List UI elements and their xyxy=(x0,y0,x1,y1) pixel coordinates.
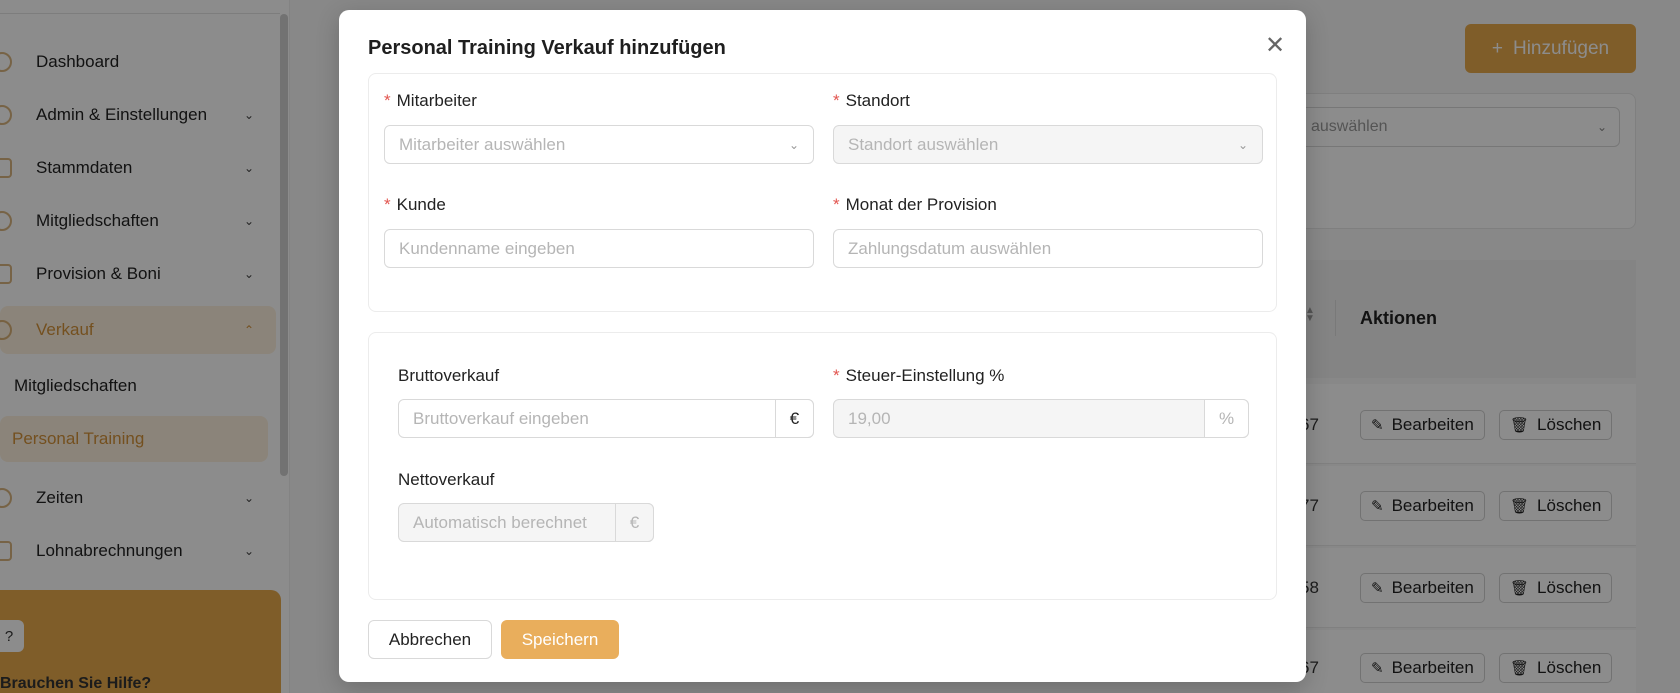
steuer-label-text: Steuer-Einstellung % xyxy=(845,366,1005,385)
brutto-label: Bruttoverkauf xyxy=(398,366,500,385)
standort-select[interactable]: Standort auswählen ⌄ xyxy=(833,125,1263,164)
steuer-input[interactable]: 19,00 % xyxy=(833,399,1249,438)
add-sale-modal: Personal Training Verkauf hinzufügen ✕ *… xyxy=(339,10,1306,682)
euro-addon: € xyxy=(615,503,654,542)
required-mark: * xyxy=(384,91,391,110)
chevron-down-icon: ⌄ xyxy=(788,137,799,152)
kunde-label: * Kunde xyxy=(384,195,446,215)
steuer-label: * Steuer-Einstellung % xyxy=(833,366,1004,386)
kunde-label-text: Kunde xyxy=(396,195,446,214)
mitarbeiter-label: * Mitarbeiter xyxy=(384,91,477,111)
standort-placeholder: Standort auswählen xyxy=(848,134,999,154)
kunde-input[interactable]: Kundenname eingeben xyxy=(384,229,814,268)
standort-label-text: Standort xyxy=(845,91,910,110)
required-mark: * xyxy=(833,91,840,110)
mitarbeiter-select[interactable]: Mitarbeiter auswählen ⌄ xyxy=(384,125,814,164)
kunde-placeholder: Kundenname eingeben xyxy=(399,238,575,258)
brutto-input[interactable]: Bruttoverkauf eingeben € xyxy=(398,399,814,438)
monat-placeholder: Zahlungsdatum auswählen xyxy=(848,238,1052,258)
netto-label: Nettoverkauf xyxy=(398,470,495,489)
required-mark: * xyxy=(384,195,391,214)
cancel-button[interactable]: Abbrechen xyxy=(368,620,492,659)
mitarbeiter-placeholder: Mitarbeiter auswählen xyxy=(399,134,566,154)
standort-label: * Standort xyxy=(833,91,910,111)
form-section-general: * Mitarbeiter Mitarbeiter auswählen ⌄ * St… xyxy=(368,73,1277,312)
euro-addon: € xyxy=(775,399,814,438)
monat-label: * Monat der Provision xyxy=(833,195,997,215)
percent-addon: % xyxy=(1204,399,1249,438)
required-mark: * xyxy=(833,195,840,214)
close-icon[interactable]: ✕ xyxy=(1260,30,1290,60)
chevron-down-icon: ⌄ xyxy=(1237,137,1248,152)
netto-placeholder: Automatisch berechnet xyxy=(413,512,587,532)
steuer-value: 19,00 xyxy=(848,408,891,428)
required-mark: * xyxy=(833,366,840,385)
brutto-placeholder: Bruttoverkauf eingeben xyxy=(413,408,589,428)
netto-input: Automatisch berechnet € xyxy=(398,503,654,542)
mitarbeiter-label-text: Mitarbeiter xyxy=(396,91,477,110)
form-section-amounts: Bruttoverkauf Bruttoverkauf eingeben € *… xyxy=(368,332,1277,600)
monat-label-text: Monat der Provision xyxy=(845,195,997,214)
monat-date-picker[interactable]: Zahlungsdatum auswählen xyxy=(833,229,1263,268)
modal-title: Personal Training Verkauf hinzufügen xyxy=(368,37,726,59)
save-button[interactable]: Speichern xyxy=(501,620,619,659)
